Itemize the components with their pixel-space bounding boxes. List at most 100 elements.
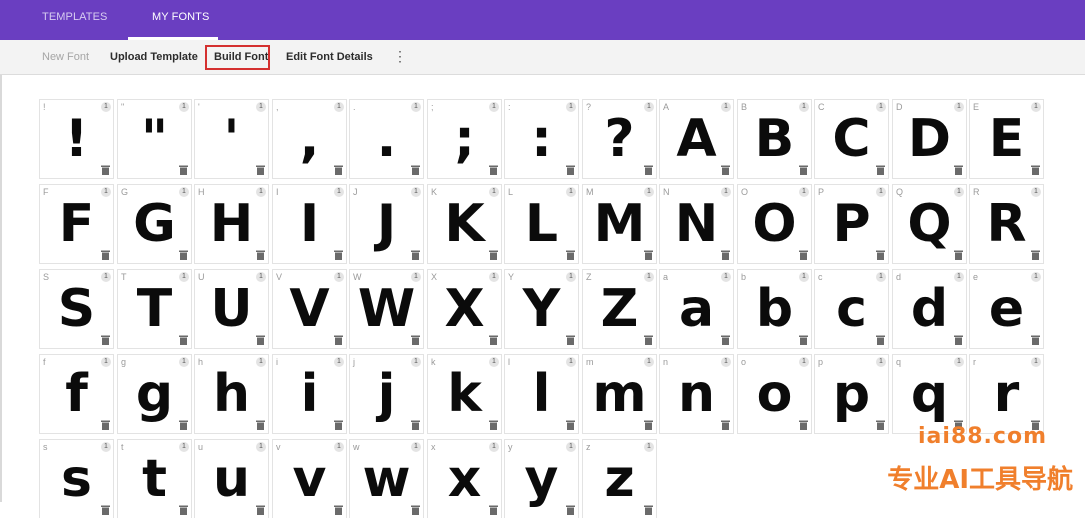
- trash-icon[interactable]: [489, 335, 498, 345]
- trash-icon[interactable]: [256, 420, 265, 430]
- glyph-cell[interactable]: j1j: [350, 355, 423, 433]
- trash-icon[interactable]: [411, 420, 420, 430]
- trash-icon[interactable]: [644, 250, 653, 260]
- trash-icon[interactable]: [256, 335, 265, 345]
- glyph-cell[interactable]: k1k: [428, 355, 501, 433]
- trash-icon[interactable]: [101, 250, 110, 260]
- glyph-cell[interactable]: " 1 ": [118, 100, 191, 178]
- glyph-cell[interactable]: s1s: [40, 440, 113, 518]
- glyph-cell[interactable]: c1c: [815, 270, 888, 348]
- trash-icon[interactable]: [489, 505, 498, 515]
- glyph-cell[interactable]: x1x: [428, 440, 501, 518]
- trash-icon[interactable]: [1031, 250, 1040, 260]
- glyph-cell[interactable]: ' 1 ': [195, 100, 268, 178]
- glyph-cell[interactable]: C1C: [815, 100, 888, 178]
- trash-icon[interactable]: [876, 250, 885, 260]
- glyph-cell[interactable]: r1r: [970, 355, 1043, 433]
- trash-icon[interactable]: [644, 335, 653, 345]
- glyph-cell[interactable]: N1N: [660, 185, 733, 263]
- trash-icon[interactable]: [566, 165, 575, 175]
- trash-icon[interactable]: [256, 165, 265, 175]
- glyph-cell[interactable]: F1F: [40, 185, 113, 263]
- glyph-cell[interactable]: ! 1!: [40, 100, 113, 178]
- trash-icon[interactable]: [334, 335, 343, 345]
- glyph-cell[interactable]: ; 1;: [428, 100, 501, 178]
- glyph-cell[interactable]: h1h: [195, 355, 268, 433]
- trash-icon[interactable]: [876, 165, 885, 175]
- glyph-cell[interactable]: B1B: [738, 100, 811, 178]
- trash-icon[interactable]: [489, 250, 498, 260]
- trash-icon[interactable]: [799, 165, 808, 175]
- trash-icon[interactable]: [721, 250, 730, 260]
- glyph-cell[interactable]: G1G: [118, 185, 191, 263]
- trash-icon[interactable]: [101, 165, 110, 175]
- trash-icon[interactable]: [721, 420, 730, 430]
- glyph-cell[interactable]: l1l: [505, 355, 578, 433]
- glyph-cell[interactable]: t1t: [118, 440, 191, 518]
- tab-my-fonts[interactable]: MY FONTS: [152, 11, 209, 23]
- glyph-cell[interactable]: f1f: [40, 355, 113, 433]
- trash-icon[interactable]: [101, 505, 110, 515]
- glyph-cell[interactable]: S1S: [40, 270, 113, 348]
- glyph-cell[interactable]: O1O: [738, 185, 811, 263]
- glyph-cell[interactable]: ? 1?: [583, 100, 656, 178]
- trash-icon[interactable]: [799, 335, 808, 345]
- glyph-cell[interactable]: v1v: [273, 440, 346, 518]
- trash-icon[interactable]: [954, 250, 963, 260]
- glyph-cell[interactable]: W1W: [350, 270, 423, 348]
- tab-templates[interactable]: TEMPLATES: [42, 11, 108, 23]
- trash-icon[interactable]: [334, 420, 343, 430]
- glyph-cell[interactable]: a1a: [660, 270, 733, 348]
- more-vert-icon[interactable]: ⋮: [393, 49, 407, 63]
- trash-icon[interactable]: [721, 165, 730, 175]
- glyph-cell[interactable]: T1T: [118, 270, 191, 348]
- trash-icon[interactable]: [1031, 165, 1040, 175]
- glyph-cell[interactable]: Y1Y: [505, 270, 578, 348]
- trash-icon[interactable]: [411, 165, 420, 175]
- trash-icon[interactable]: [334, 165, 343, 175]
- glyph-cell[interactable]: K1K: [428, 185, 501, 263]
- trash-icon[interactable]: [876, 420, 885, 430]
- glyph-cell[interactable]: I1I: [273, 185, 346, 263]
- upload-template-button[interactable]: Upload Template: [110, 51, 198, 63]
- glyph-cell[interactable]: m1m: [583, 355, 656, 433]
- glyph-cell[interactable]: P1P: [815, 185, 888, 263]
- glyph-cell[interactable]: J1J: [350, 185, 423, 263]
- trash-icon[interactable]: [334, 505, 343, 515]
- trash-icon[interactable]: [566, 420, 575, 430]
- glyph-cell[interactable]: e1e: [970, 270, 1043, 348]
- glyph-cell[interactable]: H1H: [195, 185, 268, 263]
- glyph-cell[interactable]: D1D: [893, 100, 966, 178]
- glyph-cell[interactable]: V1V: [273, 270, 346, 348]
- trash-icon[interactable]: [954, 335, 963, 345]
- glyph-cell[interactable]: R1R: [970, 185, 1043, 263]
- trash-icon[interactable]: [644, 505, 653, 515]
- glyph-cell[interactable]: U1U: [195, 270, 268, 348]
- trash-icon[interactable]: [799, 420, 808, 430]
- glyph-cell[interactable]: q1q: [893, 355, 966, 433]
- trash-icon[interactable]: [179, 420, 188, 430]
- trash-icon[interactable]: [101, 420, 110, 430]
- trash-icon[interactable]: [411, 250, 420, 260]
- glyph-cell[interactable]: X1X: [428, 270, 501, 348]
- trash-icon[interactable]: [179, 165, 188, 175]
- trash-icon[interactable]: [566, 250, 575, 260]
- trash-icon[interactable]: [489, 165, 498, 175]
- glyph-cell[interactable]: u1u: [195, 440, 268, 518]
- glyph-cell[interactable]: d1d: [893, 270, 966, 348]
- trash-icon[interactable]: [179, 505, 188, 515]
- trash-icon[interactable]: [566, 505, 575, 515]
- glyph-cell[interactable]: L1L: [505, 185, 578, 263]
- trash-icon[interactable]: [954, 165, 963, 175]
- trash-icon[interactable]: [799, 250, 808, 260]
- trash-icon[interactable]: [179, 250, 188, 260]
- trash-icon[interactable]: [411, 505, 420, 515]
- glyph-cell[interactable]: A1A: [660, 100, 733, 178]
- glyph-cell[interactable]: ,1,: [273, 100, 346, 178]
- glyph-cell[interactable]: y1y: [505, 440, 578, 518]
- glyph-cell[interactable]: Z1Z: [583, 270, 656, 348]
- trash-icon[interactable]: [256, 250, 265, 260]
- trash-icon[interactable]: [179, 335, 188, 345]
- glyph-cell[interactable]: n1n: [660, 355, 733, 433]
- glyph-cell[interactable]: p1p: [815, 355, 888, 433]
